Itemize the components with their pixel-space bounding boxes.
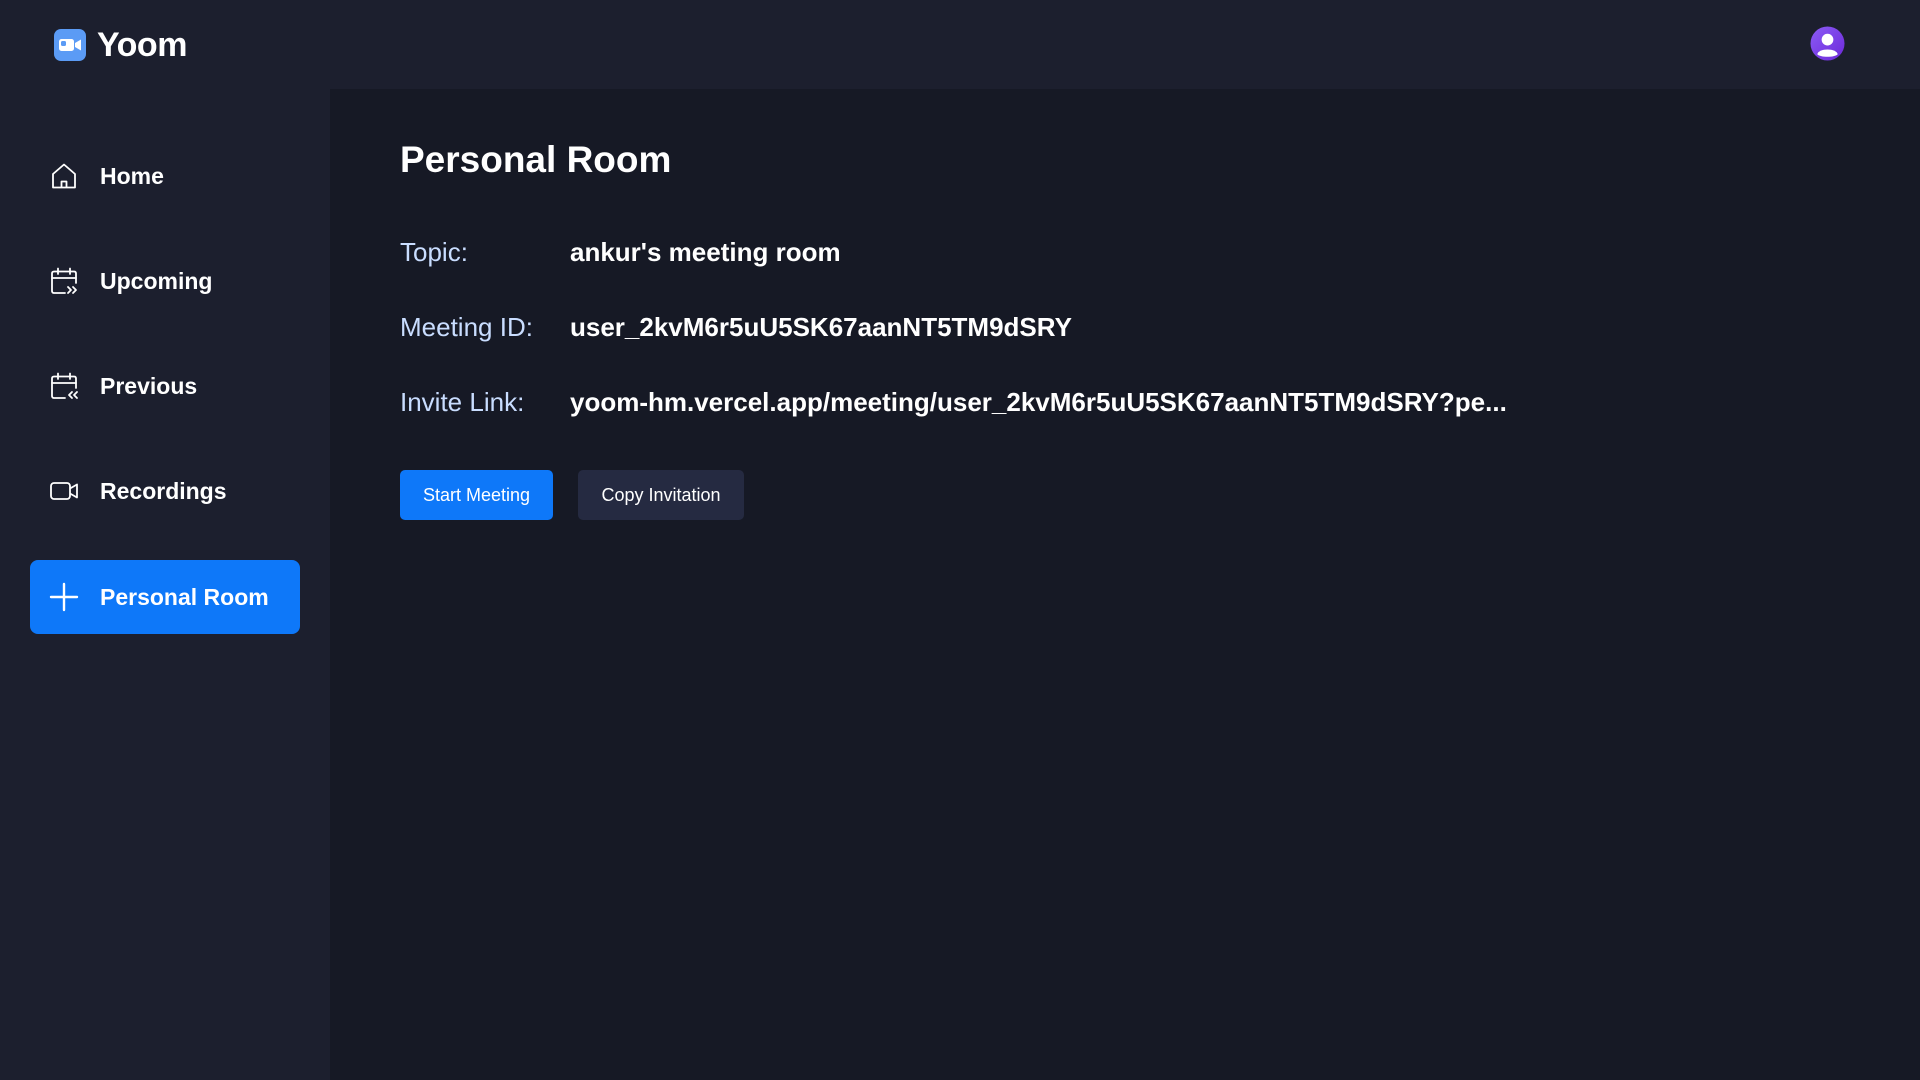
sidebar-item-upcoming[interactable]: Upcoming [30,244,300,318]
sidebar-item-previous[interactable]: Previous [30,349,300,423]
copy-invitation-button[interactable]: Copy Invitation [578,470,744,520]
meeting-id-value: user_2kvM6r5uU5SK67aanNT5TM9dSRY [570,311,1072,342]
invite-link-label: Invite Link: [400,386,525,417]
sidebar-item-label: Recordings [100,477,227,504]
topic-row: Topic: ankur's meeting room [400,234,841,270]
sidebar: Home Upcoming Previous Recordings Person… [0,89,330,1080]
calendar-previous-icon [51,372,78,399]
page-title: Personal Room [400,139,672,180]
video-camera-icon [54,29,86,61]
brand-logo-link[interactable]: Yoom [53,25,187,65]
plus-icon [49,582,79,612]
sidebar-item-recordings[interactable]: Recordings [30,454,300,528]
brand-name: Yoom [97,25,187,64]
sidebar-item-label: Upcoming [100,267,213,294]
topic-label: Topic: [400,236,468,267]
sidebar-item-label: Personal Room [100,583,269,610]
main-content: Personal Room Topic: ankur's meeting roo… [330,89,1920,1080]
sidebar-item-label: Home [100,162,164,189]
sidebar-item-personal-room[interactable]: Personal Room [30,560,300,634]
meeting-id-row: Meeting ID: user_2kvM6r5uU5SK67aanNT5TM9… [400,309,1072,345]
invite-link-row: Invite Link: yoom-hm.vercel.app/meeting/… [400,384,1507,420]
meeting-id-label: Meeting ID: [400,311,533,342]
home-icon [52,163,76,189]
video-recording-icon [50,482,78,500]
sidebar-item-home[interactable]: Home [30,139,300,213]
start-meeting-button[interactable]: Start Meeting [400,470,553,520]
sidebar-item-label: Previous [100,372,198,399]
user-avatar-icon[interactable] [1810,26,1845,61]
top-navbar: Yoom [0,0,1920,89]
calendar-upcoming-icon [51,267,77,294]
invite-link-value: yoom-hm.vercel.app/meeting/user_2kvM6r5u… [570,386,1507,417]
topic-value: ankur's meeting room [570,236,841,267]
